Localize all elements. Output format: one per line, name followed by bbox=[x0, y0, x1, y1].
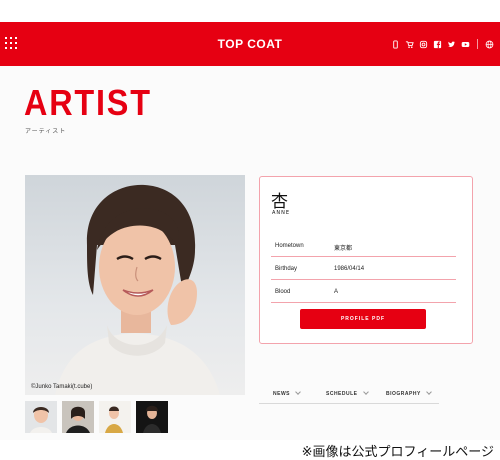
artist-reading: ANNE bbox=[272, 210, 291, 216]
profile-card: 杏 ANNE Hometown 東京都 Birthday 1986/04/14 … bbox=[259, 176, 473, 344]
image-caption: ※画像は公式プロフィールページ bbox=[301, 445, 494, 460]
chevron-down-icon bbox=[362, 389, 369, 395]
birthday-label: Birthday bbox=[275, 266, 298, 272]
tab-biography[interactable]: BIOGRAPHY bbox=[386, 389, 432, 397]
section-tabs: NEWS SCHEDULE BIOGRAPHY bbox=[259, 386, 439, 404]
instagram-icon[interactable] bbox=[419, 40, 428, 49]
thumbnail-4[interactable] bbox=[136, 401, 168, 433]
tab-schedule[interactable]: SCHEDULE bbox=[326, 389, 369, 397]
cart-icon[interactable] bbox=[405, 40, 414, 49]
photo-credit: ©Junko Tamaki(t.cube) bbox=[31, 384, 93, 390]
icon-divider bbox=[477, 39, 478, 49]
thumbnail-1[interactable] bbox=[25, 401, 57, 433]
twitter-icon[interactable] bbox=[447, 40, 456, 49]
top-margin bbox=[0, 0, 500, 22]
artist-photo: ©Junko Tamaki(t.cube) bbox=[25, 175, 245, 395]
birthday-row: Birthday 1986/04/14 bbox=[271, 258, 456, 280]
thumbnail-3[interactable] bbox=[99, 401, 131, 433]
facebook-icon[interactable] bbox=[433, 40, 442, 49]
thumbnail-strip bbox=[25, 401, 168, 433]
tab-news[interactable]: NEWS bbox=[273, 389, 301, 397]
profile-pdf-button[interactable]: PROFILE PDF bbox=[300, 309, 426, 329]
blood-value: A bbox=[334, 289, 339, 295]
chevron-down-icon bbox=[295, 389, 301, 395]
tab-schedule-label: SCHEDULE bbox=[326, 391, 358, 397]
birthday-value: 1986/04/14 bbox=[334, 266, 365, 272]
tab-biography-label: BIOGRAPHY bbox=[386, 391, 421, 397]
site-header: TOP COAT bbox=[0, 22, 500, 66]
thumbnail-2[interactable] bbox=[62, 401, 94, 433]
hometown-label: Hometown bbox=[275, 243, 304, 249]
artist-name: 杏 bbox=[271, 192, 288, 212]
globe-icon[interactable] bbox=[485, 40, 494, 49]
page-subtitle: アーティスト bbox=[25, 128, 67, 135]
blood-row: Blood A bbox=[271, 281, 456, 303]
hometown-value: 東京都 bbox=[334, 246, 353, 252]
tab-news-label: NEWS bbox=[273, 391, 290, 397]
blood-label: Blood bbox=[275, 289, 291, 295]
page-title: ARTIST bbox=[24, 82, 152, 123]
hometown-row: Hometown 東京都 bbox=[271, 235, 456, 257]
youtube-icon[interactable] bbox=[461, 40, 470, 49]
chevron-down-icon bbox=[425, 389, 432, 395]
phone-icon[interactable] bbox=[391, 39, 400, 49]
header-icon-bar bbox=[391, 38, 494, 50]
